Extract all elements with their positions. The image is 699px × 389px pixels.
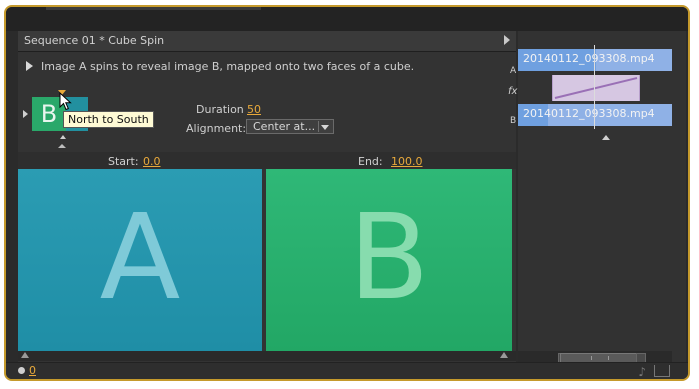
duration-value[interactable]: 50: [247, 103, 261, 116]
end-preview-image-b[interactable]: B: [266, 169, 512, 351]
effect-settings-panel: Image A spins to reveal image B, mapped …: [18, 52, 516, 362]
panel-title: Sequence 01 * Cube Spin: [24, 34, 165, 47]
duration-label: Duration: [196, 103, 244, 116]
dropdown-icon: [321, 125, 329, 130]
audio-icon[interactable]: ♪: [638, 365, 646, 379]
track-b-label: B: [510, 116, 517, 126]
track-fx-label: fx: [508, 86, 518, 97]
start-label: Start:: [108, 155, 139, 168]
end-label: End:: [358, 155, 383, 168]
track-a-label: A: [510, 66, 517, 76]
bottom-bar: 0 ♪: [6, 362, 688, 379]
export-icon[interactable]: [654, 365, 670, 377]
effect-controls-window: Sequence 01 * Cube Spin Image A spins to…: [4, 5, 690, 381]
direction-arrow-icon[interactable]: [23, 110, 28, 118]
mouse-cursor-icon: [59, 92, 72, 111]
start-slider-handle[interactable]: [21, 352, 29, 358]
timeline-panel: A fx B 20140112_093308.mp4 20140112_0933…: [508, 31, 686, 371]
start-end-bar: Start: 0.0 End: 100.0: [18, 152, 516, 169]
direction-tooltip: North to South: [63, 111, 154, 128]
alignment-select-value: Center at...: [253, 120, 316, 133]
collapse-arrow-icon[interactable]: [58, 144, 66, 148]
footer-value[interactable]: 0: [29, 364, 36, 377]
preview-slider[interactable]: [18, 351, 516, 361]
panel-header: Sequence 01 * Cube Spin: [18, 31, 516, 52]
direction-arrow-icon[interactable]: [60, 135, 66, 139]
image-b-letter: B: [348, 188, 430, 326]
playhead[interactable]: [594, 45, 595, 129]
effect-description: Image A spins to reveal image B, mapped …: [26, 60, 414, 73]
clip-a[interactable]: 20140112_093308.mp4: [518, 49, 672, 71]
clip-b[interactable]: 20140112_093308.mp4: [518, 104, 672, 126]
playhead-marker-icon[interactable]: [602, 135, 610, 140]
start-value[interactable]: 0.0: [143, 155, 161, 168]
alignment-select[interactable]: Center at...: [246, 119, 334, 134]
clip-b-name: 20140112_093308.mp4: [523, 107, 655, 120]
panel-menu-icon[interactable]: [504, 35, 510, 45]
clip-a-name: 20140112_093308.mp4: [523, 52, 655, 65]
image-a-letter: A: [99, 188, 181, 326]
alignment-label: Alignment:: [186, 122, 247, 135]
end-value[interactable]: 100.0: [391, 155, 423, 168]
transition-keyframe-line: [554, 77, 638, 99]
keyframe-dot-icon: [18, 367, 25, 374]
play-icon[interactable]: [26, 61, 33, 71]
transition-clip[interactable]: [552, 75, 640, 101]
end-slider-handle[interactable]: [500, 352, 508, 358]
top-strip: [6, 7, 688, 31]
effect-description-text: Image A spins to reveal image B, mapped …: [41, 60, 415, 73]
start-preview-image-a[interactable]: A: [18, 169, 262, 351]
